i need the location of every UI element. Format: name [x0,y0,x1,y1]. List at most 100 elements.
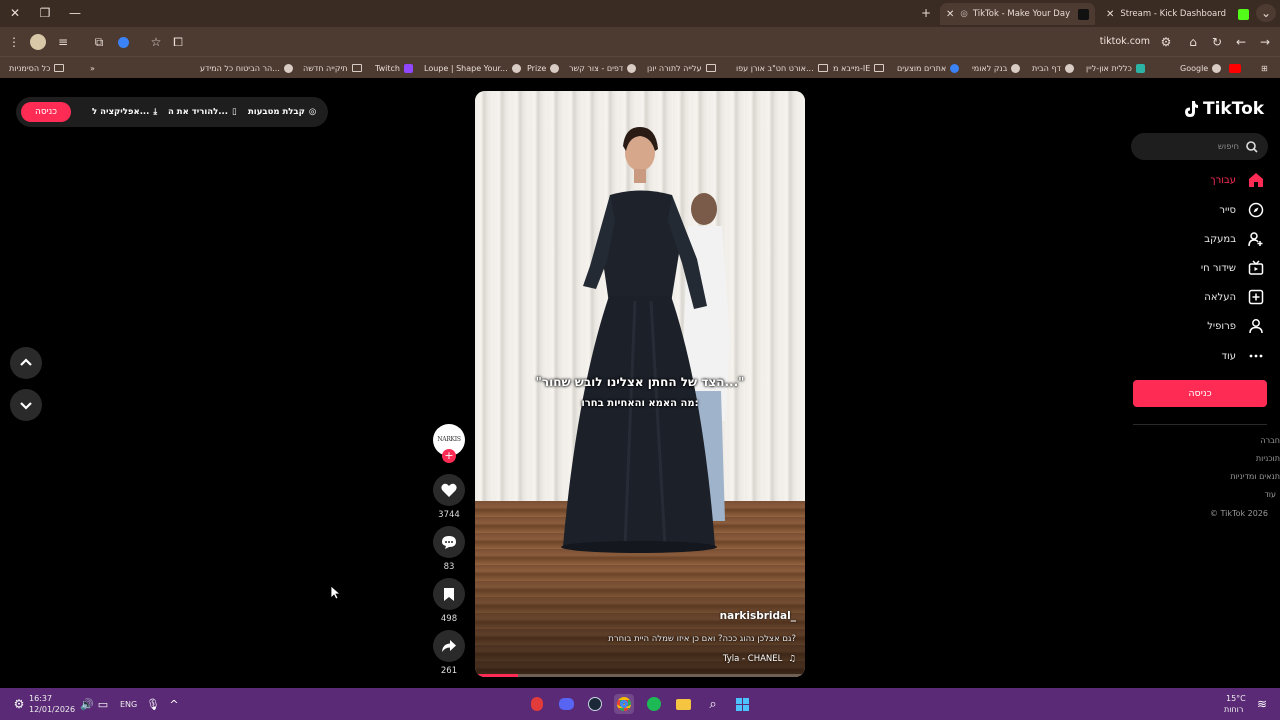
windows-start-icon[interactable] [732,694,752,714]
back-arrow-icon[interactable]: ← [1232,33,1250,51]
address-bar[interactable]: tiktok.com [1040,33,1150,51]
weather-wind-icon[interactable]: ≋ [1252,694,1272,714]
nav-upload[interactable]: העלאה [1204,285,1264,309]
discord-icon[interactable] [556,694,576,714]
video-progress-bar[interactable] [475,674,805,677]
next-video-button[interactable] [10,389,42,421]
chrome-icon[interactable] [614,694,634,714]
app-microphone-red-icon[interactable] [527,694,547,714]
previous-video-button[interactable] [10,347,42,379]
weather-description[interactable]: רוחות [1224,705,1243,714]
youtube-bookmark-icon[interactable] [1229,61,1241,75]
steam-icon[interactable] [585,694,605,714]
tiktok-note-icon [1185,101,1198,117]
footer-programs-link[interactable]: תוכניות [1256,454,1280,463]
tab-search-icon[interactable]: ⌄ [1256,4,1276,22]
share-button[interactable] [433,630,465,662]
bookmark-item[interactable]: בנק לאומי [972,61,1021,75]
save-button[interactable] [433,578,465,610]
file-explorer-icon[interactable] [673,694,693,714]
restore-window-icon[interactable]: ❐ [35,4,55,22]
live-icon [1248,260,1264,275]
following-icon [1248,232,1263,247]
bookmark-item[interactable]: עלייה לתורה יונן [647,61,716,75]
bookmark-item[interactable]: דף הבית [1032,61,1074,75]
bookmark-item[interactable]: מייבא מ-IE [833,61,885,75]
search-icon[interactable] [1246,141,1258,153]
nav-for-you[interactable]: עבורך [1210,168,1264,192]
extensions-icon[interactable]: ⧉ [90,33,108,51]
tiktok-logo[interactable]: TikTok [1183,99,1264,119]
sidebar-login-button[interactable]: כניסה [1133,380,1267,407]
site-settings-icon[interactable]: ⚙ [1157,33,1175,51]
tab-tiktok[interactable]: ✕ ◎ TikTok - Make Your Day [940,3,1095,25]
nav-more[interactable]: עוד [1222,344,1264,368]
bookmark-item[interactable]: תיקייה חדשה [303,61,362,75]
comment-button[interactable] [433,526,465,558]
bookmark-star-icon[interactable]: ☆ [147,33,165,51]
nav-following[interactable]: במעקב [1204,227,1264,251]
install-app-icon[interactable]: ⧠ [169,33,187,51]
extension-blue-icon[interactable] [114,33,132,51]
nav-live[interactable]: שידור חי [1201,256,1264,280]
footer-more-link[interactable]: עוד [1264,490,1276,499]
bookmark-item[interactable]: אורט חט"ב אורן עפו... [736,61,828,75]
tray-overflow-icon[interactable]: ^ [164,694,184,714]
close-tab-icon[interactable]: ✕ [946,9,954,20]
video-music[interactable]: Tyla - CHANEL ♫ [723,654,796,664]
get-coins-link[interactable]: קבלת מטבעות ◎ [248,97,316,127]
apps-grid-icon[interactable]: ⊞ [1261,61,1268,75]
bookmark-item[interactable]: אתרים מוצעים [897,61,960,75]
footer-terms-link[interactable]: תנאים ומדיניות [1230,472,1280,481]
heart-icon [441,483,457,497]
video-player[interactable]: "הצד של החתן אצלינו לובש שחור..." מה האמ… [475,91,805,677]
kick-favicon-icon [1238,8,1249,20]
search-input[interactable] [1139,133,1239,160]
bookmarks-overflow-icon[interactable]: » [90,61,95,75]
bookmark-item[interactable]: דפים - צור קשר [569,61,637,75]
browser-toolbar: ⋮ ≡ ⧉ ☆ ⧠ tiktok.com ⚙ ⌂ ↻ ← → [0,27,1280,56]
top-login-button[interactable]: כניסה [21,102,71,122]
globe-icon [950,63,960,73]
new-tab-icon[interactable]: + [916,4,936,22]
spotify-icon[interactable] [644,694,664,714]
bookmark-item[interactable]: Loupe | Shape Your... [424,61,521,75]
profile-avatar-icon[interactable] [30,34,46,50]
tab-kick[interactable]: ✕ Stream - Kick Dashboard [1100,3,1255,25]
menu-dots-icon[interactable]: ⋮ [5,33,23,51]
footer-company-link[interactable]: חברה [1260,436,1280,445]
like-button[interactable] [433,474,465,506]
bookmark-item[interactable]: הר הביטוח כל המידע... [200,61,293,75]
follow-plus-icon[interactable]: + [442,449,456,463]
language-indicator[interactable]: ENG [120,700,137,709]
twitch-icon [403,63,413,73]
close-window-icon[interactable]: ✕ [5,4,25,22]
network-icon[interactable]: ▭ [93,694,113,714]
bookmark-item[interactable]: Twitch [375,61,413,75]
download-app-link[interactable]: להוריד את ה... ▯ [168,97,237,127]
globe-icon [1011,63,1021,73]
all-bookmarks[interactable]: כל הסימניות [9,61,65,75]
home-button-icon[interactable]: ⌂ [1184,33,1202,51]
bookmark-item[interactable]: Prize [527,61,560,75]
weather-temperature[interactable]: 15°C [1226,694,1246,703]
nav-explore[interactable]: סייר [1219,198,1264,222]
video-username[interactable]: narkisbridal_ [720,610,796,622]
tiktok-page: כניסה אפליקציה ל... ⤓ להוריד את ה... ▯ ק… [0,78,1280,688]
nav-profile[interactable]: פרופיל [1207,314,1264,338]
get-app-link[interactable]: אפליקציה ל... ⤓ [92,97,157,127]
bookmark-item[interactable]: Google [1180,61,1222,75]
bookmark-item[interactable]: כללית און-ליין [1086,61,1145,75]
clock-time[interactable]: 16:37 [29,694,52,703]
settings-gear-icon[interactable]: ⚙ [9,694,29,714]
microphone-icon[interactable]: 🎙 [143,694,163,714]
taskbar-search-icon[interactable]: ⌕ [703,694,723,714]
forward-arrow-icon[interactable]: → [1256,33,1274,51]
search-box[interactable] [1131,133,1268,160]
reload-icon[interactable]: ↻ [1208,33,1226,51]
reading-list-icon[interactable]: ≡ [54,33,72,51]
minimize-window-icon[interactable]: — [65,4,85,22]
folder-icon [817,64,828,72]
clock-date[interactable]: 12/01/2026 [29,705,75,714]
close-tab-icon[interactable]: ✕ [1106,9,1114,20]
